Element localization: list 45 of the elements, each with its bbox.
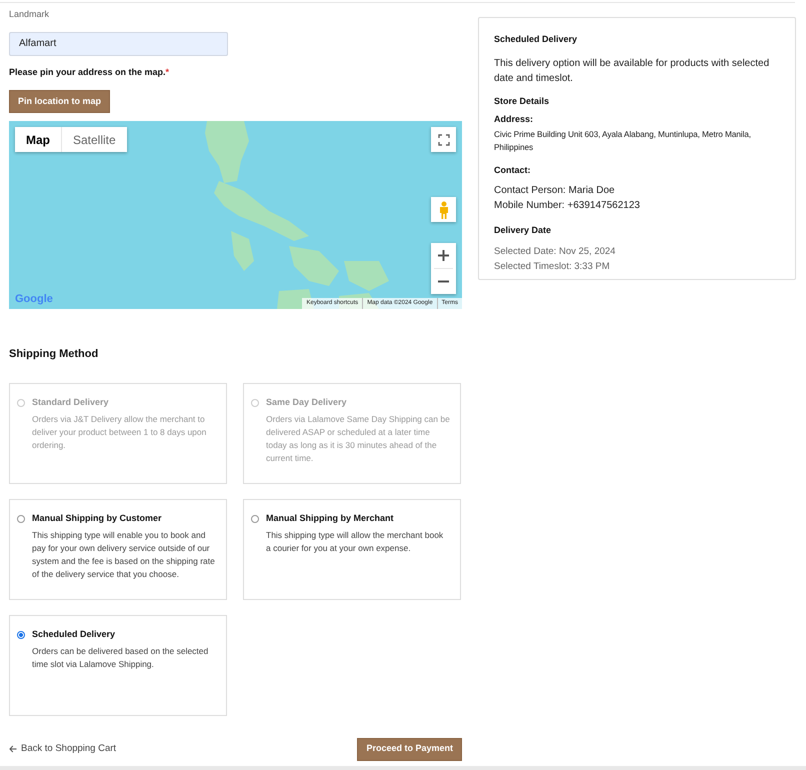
option-description: Orders via J&T Delivery allow the merchant to deliver your product between 1 to 8 days upon ordering.: [32, 413, 208, 452]
section-heading: Delivery Date: [494, 224, 552, 237]
fullscreen-icon: [438, 134, 450, 146]
map-type-tab[interactable]: Satellite: [61, 127, 127, 152]
field-label: Contact:: [494, 164, 532, 176]
option-title: Manual Shipping by Merchant: [266, 512, 395, 525]
option-description: Orders via Lalamove Same Day Shipping can be delivered ASAP or scheduled at a later time today as long as it is 30 minutes ahead of the current time.: [266, 413, 450, 465]
delivery-date-line: Selected Date: Nov 25, 2024: [494, 244, 616, 258]
store-address: Civic Prime Building Unit 603, Ayala Alabang, Muntinlupa, Metro Manila, Philippines: [494, 128, 752, 154]
pin-prompt: Please pin your address on the map.*: [9, 66, 170, 79]
shipping-option-card[interactable]: Scheduled Delivery Orders can be delivered based on the selected time slot via Lalamove Shipping.: [9, 614, 227, 716]
summary-description: This delivery option will be available for products with selected date and timeslot.: [494, 56, 770, 86]
delivery-date-line: Selected Timeslot: 3:33 PM: [494, 260, 611, 274]
arrow-left-icon: [9, 745, 17, 753]
proceed-button[interactable]: Proceed to Payment: [357, 738, 462, 760]
contact-line: Contact Person: Maria Doe: [494, 184, 616, 198]
radio-button[interactable]: [251, 514, 259, 522]
option-description: This shipping type will allow the merchant book a courier for you at your own expense.: [266, 529, 444, 555]
shipping-option-card[interactable]: [9, 498, 227, 600]
contact-line: Mobile Number: +639147562123: [494, 199, 641, 213]
zoom-out-button[interactable]: [431, 269, 456, 294]
option-title: Scheduled Delivery: [32, 628, 116, 641]
section-title: Shipping Method: [9, 347, 100, 362]
fullscreen-button[interactable]: [431, 127, 456, 152]
minus-icon: [438, 280, 449, 283]
zoom-in-button[interactable]: [431, 243, 456, 268]
pin-location-button[interactable]: Pin location to map: [9, 90, 110, 113]
map-type-tab[interactable]: Map: [15, 127, 61, 152]
option-title: Manual Shipping by Customer: [32, 512, 163, 525]
person-icon: [438, 200, 448, 218]
map-logo: Google: [15, 292, 53, 306]
summary-title: Scheduled Delivery: [494, 33, 578, 46]
shipping-option-card[interactable]: Manual Shipping by Merchant This shipping type will allow the merchant book a courier for you at your own expense.: [243, 498, 461, 600]
option-title: Standard Delivery: [32, 396, 110, 409]
radio-button[interactable]: [17, 514, 25, 522]
radio-button[interactable]: [17, 630, 25, 638]
option-description: Orders can be delivered based on the selected time slot via Lalamove Shipping.: [32, 645, 210, 671]
section-heading: Store Details: [494, 94, 550, 108]
back-link[interactable]: Back to Shopping Cart: [9, 742, 116, 756]
plus-icon: [438, 250, 449, 261]
option-description: This shipping type will enable you to book and pay for your own delivery service outside of our system and the fee is based on the shipping rate of the delivery service that you choose.: [32, 529, 216, 581]
field-label: Landmark: [9, 8, 50, 21]
field-label: Address:: [494, 113, 534, 126]
option-title: Same Day Delivery: [266, 396, 348, 409]
landmark-input[interactable]: Alfamart: [9, 32, 228, 56]
